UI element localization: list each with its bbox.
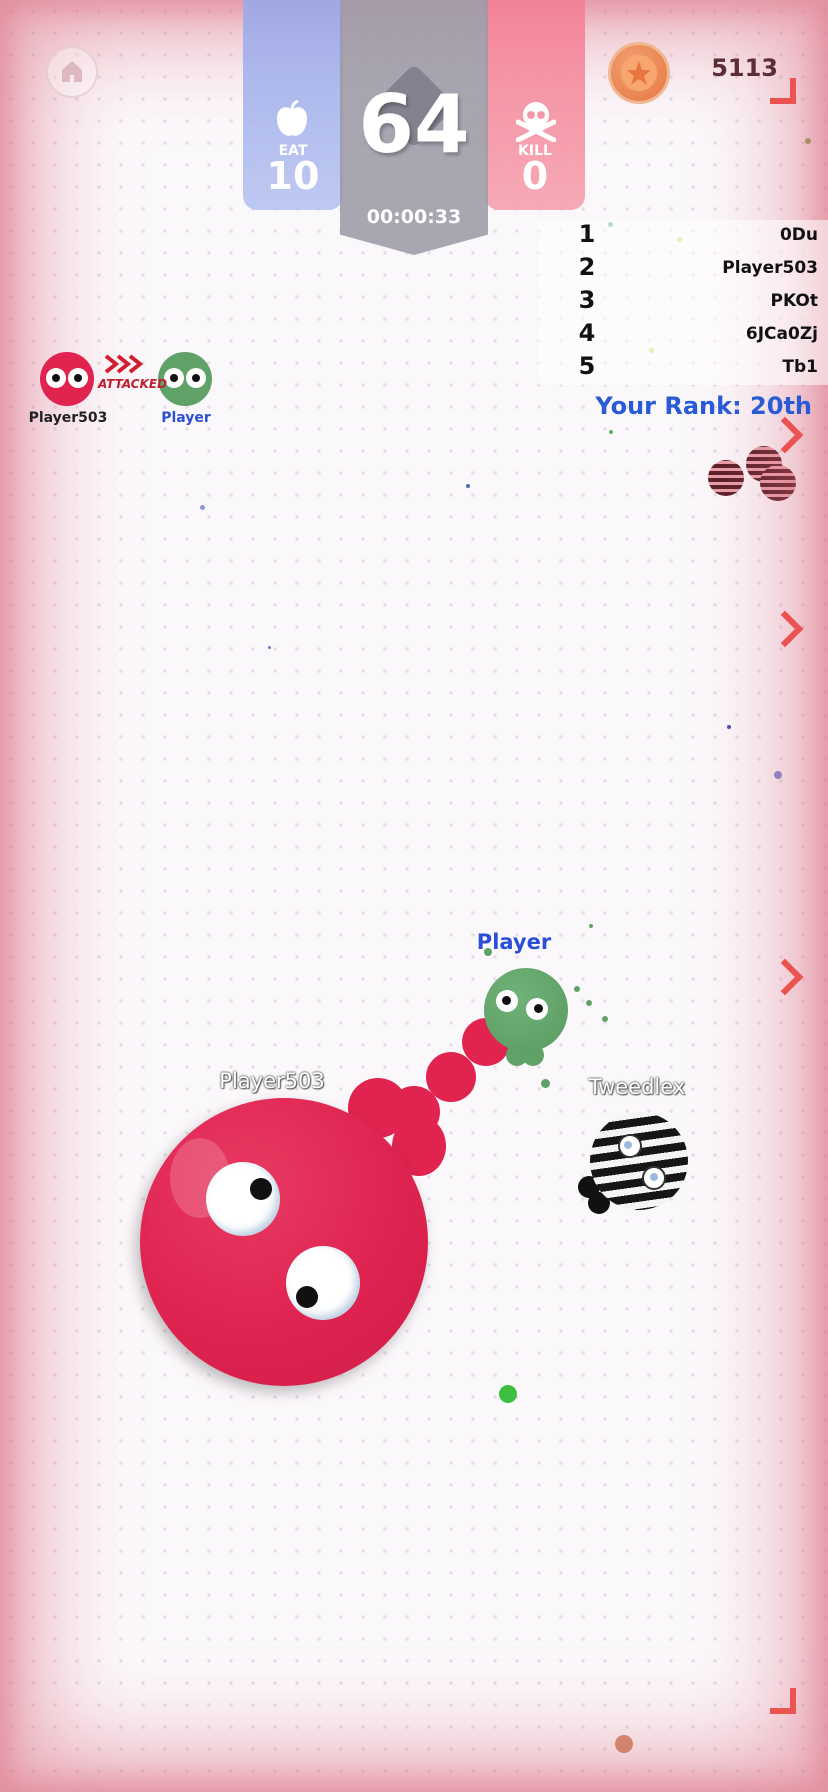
leaderboard-rank: 1 xyxy=(578,220,596,248)
enemy-blob[interactable] xyxy=(140,1098,428,1386)
victim-pupil xyxy=(192,374,200,382)
victim-pupil xyxy=(170,374,178,382)
size-value: 64 xyxy=(358,78,470,171)
other-eye xyxy=(618,1134,642,1158)
food-pellet xyxy=(589,924,593,928)
food-pellet xyxy=(727,725,731,729)
leaderboard-rank: 2 xyxy=(578,253,596,281)
leaderboard-name: 0Du xyxy=(779,225,818,245)
leaderboard-name: Tb1 xyxy=(782,357,818,377)
leaderboard-rank: 3 xyxy=(578,286,596,314)
attacked-label: ATTACKED xyxy=(98,377,168,391)
leaderboard-rank: 4 xyxy=(578,319,596,347)
apple-icon xyxy=(276,100,308,136)
player-eye xyxy=(496,990,518,1012)
food-pellet xyxy=(602,1016,608,1022)
attacker-pupil xyxy=(74,374,82,382)
food-pellet xyxy=(268,646,271,649)
victim-name: Player xyxy=(161,410,211,426)
food-pellet xyxy=(805,138,811,144)
enemy-eye xyxy=(286,1246,360,1320)
victim-eye xyxy=(186,368,206,388)
leaderboard-name: 6JCa0Zj xyxy=(745,324,818,344)
attacker-eye xyxy=(46,368,66,388)
leaderboard-row: 1 0Du xyxy=(538,220,818,253)
food-pellet xyxy=(466,484,470,488)
other-player-name-tag: Tweedlex xyxy=(588,1075,686,1099)
player-pupil xyxy=(534,1004,543,1013)
attacker-avatar xyxy=(40,352,94,406)
coin-star-icon xyxy=(621,55,657,91)
food-pellet xyxy=(574,986,580,992)
match-timer: 00:00:33 xyxy=(366,206,462,228)
leaderboard-rank: 5 xyxy=(578,352,596,380)
player-name-tag: Player xyxy=(476,930,552,954)
skull-icon xyxy=(516,102,556,142)
distant-blob xyxy=(760,465,796,501)
enemy-pupil xyxy=(296,1286,318,1308)
enemy-pupil xyxy=(250,1178,272,1200)
coin-count: 5113 xyxy=(711,54,778,82)
distant-blob xyxy=(708,460,744,496)
food-pellet xyxy=(586,1000,592,1006)
leaderboard: 1 0Du 2 Player503 3 PKOt 4 6JCa0Zj 5 Tb1 xyxy=(538,220,828,385)
enemy-name-tag: Player503 xyxy=(219,1069,325,1093)
other-eye xyxy=(642,1166,666,1190)
eat-value: 10 xyxy=(266,154,320,198)
player-eye xyxy=(526,998,548,1020)
coin-icon xyxy=(608,42,670,104)
home-button[interactable] xyxy=(46,46,98,98)
offscreen-indicator xyxy=(770,1688,796,1714)
other-pupil xyxy=(650,1173,658,1181)
leaderboard-name: PKOt xyxy=(770,291,818,311)
food-pellet xyxy=(200,505,205,510)
leaderboard-row: 2 Player503 xyxy=(538,253,818,286)
player-pupil xyxy=(502,996,511,1005)
leaderboard-row: 4 6JCa0Zj xyxy=(538,319,818,352)
food-pellet xyxy=(774,771,782,779)
attacker-name: Player503 xyxy=(28,410,108,426)
other-player-blob[interactable] xyxy=(590,1112,688,1210)
attack-arrows-icon xyxy=(104,354,144,374)
attacker-pupil xyxy=(52,374,60,382)
attacker-eye xyxy=(68,368,88,388)
food-pellet xyxy=(609,430,613,434)
other-pupil xyxy=(624,1141,632,1149)
food-pellet xyxy=(615,1735,633,1753)
kill-value: 0 xyxy=(521,154,549,198)
enemy-eye xyxy=(206,1162,280,1236)
player-blob[interactable] xyxy=(484,968,568,1052)
home-icon xyxy=(62,61,82,82)
food-pellet xyxy=(499,1385,517,1403)
your-rank: Your Rank: 20th xyxy=(595,392,812,420)
leaderboard-row: 5 Tb1 xyxy=(538,352,818,385)
leaderboard-name: Player503 xyxy=(722,258,818,278)
enemy-trail-blob xyxy=(426,1052,476,1102)
leaderboard-row: 3 PKOt xyxy=(538,286,818,319)
